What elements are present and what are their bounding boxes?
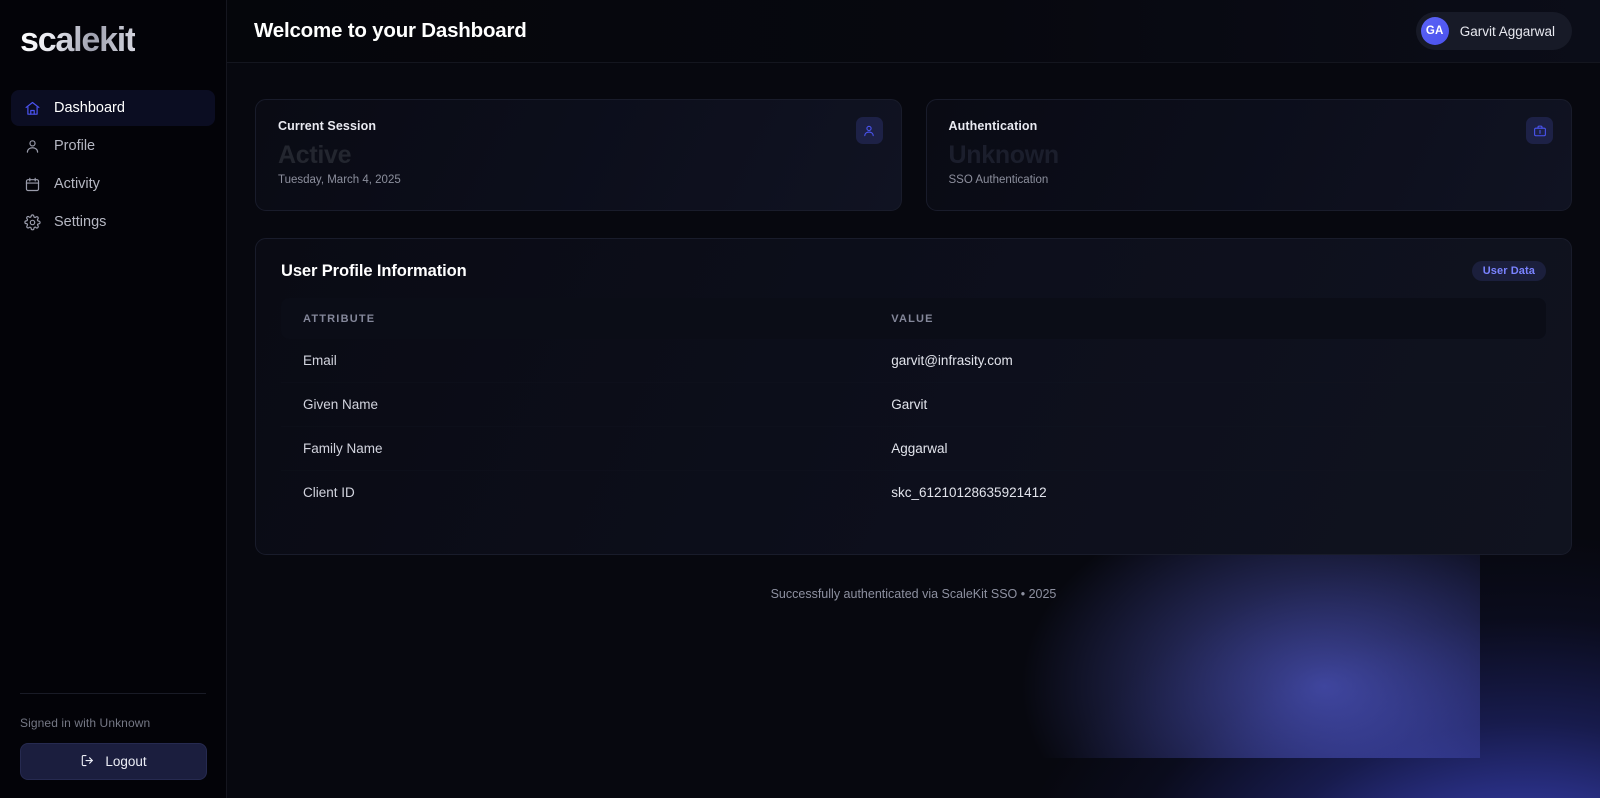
user-profile-card: User Profile Information User Data ATTRI…: [255, 238, 1572, 555]
sidebar-item-settings[interactable]: Settings: [11, 204, 215, 240]
footer-note: Successfully authenticated via ScaleKit …: [770, 587, 1057, 601]
content-area: Current Session Active Tuesday, March 4,…: [227, 63, 1600, 798]
profile-card-title: User Profile Information: [281, 261, 467, 280]
user-name: Garvit Aggarwal: [1459, 23, 1555, 39]
cell-value: garvit@infrasity.com: [869, 339, 1546, 383]
table-row: Email garvit@infrasity.com: [281, 339, 1546, 383]
sidebar-item-activity[interactable]: Activity: [11, 166, 215, 202]
table-row: Client ID skc_61210128635921412: [281, 471, 1546, 515]
dashboard-app: scalekit Dashboard Profile Activity Sett…: [0, 0, 1600, 798]
stat-value: Unknown: [948, 141, 1060, 169]
sidebar-item-label: Settings: [54, 214, 107, 230]
status-badge: User Data: [1471, 261, 1546, 281]
table-row: Given Name Garvit: [281, 382, 1546, 427]
user-menu[interactable]: GA Garvit Aggarwal: [1415, 12, 1572, 50]
logout-icon: [80, 753, 95, 771]
authentication-card: Authentication Unknown SSO Authenticatio…: [925, 99, 1572, 211]
sidebar-item-dashboard[interactable]: Dashboard: [11, 90, 215, 126]
brand-logo-text: scalekit: [20, 21, 136, 59]
table-header-row: ATTRIBUTE VALUE: [281, 298, 1546, 339]
briefcase-icon: [1526, 117, 1553, 144]
table-body: Email garvit@infrasity.com Given Name Ga…: [281, 339, 1546, 514]
cell-value: Aggarwal: [869, 426, 1546, 471]
logout-button[interactable]: Logout: [20, 743, 207, 780]
cell-attribute: Client ID: [303, 485, 355, 500]
sidebar-item-label: Dashboard: [54, 100, 125, 116]
stat-value: Active: [278, 141, 352, 169]
signed-in-text: Signed in with Unknown: [20, 716, 151, 730]
logout-label: Logout: [105, 754, 147, 769]
brand-logo[interactable]: scalekit: [0, 4, 226, 76]
table-row: Family Name Aggarwal: [281, 426, 1546, 471]
sidebar: scalekit Dashboard Profile Activity Sett…: [0, 0, 227, 798]
current-session-card: Current Session Active Tuesday, March 4,…: [255, 99, 902, 211]
column-header-value: VALUE: [869, 298, 1546, 339]
sidebar-nav: Dashboard Profile Activity Settings: [0, 76, 226, 240]
column-header-attribute: ATTRIBUTE: [281, 298, 870, 339]
profile-card-header: User Profile Information User Data: [281, 261, 1546, 281]
stat-label: Authentication: [948, 119, 1038, 133]
user-icon: [24, 138, 41, 155]
sidebar-footer: Signed in with Unknown Logout: [0, 693, 226, 798]
calendar-icon: [24, 176, 41, 193]
cell-attribute: Given Name: [281, 382, 870, 427]
table-head: ATTRIBUTE VALUE: [281, 298, 1546, 339]
cell-value: Garvit: [869, 382, 1546, 427]
stat-cards-row: Current Session Active Tuesday, March 4,…: [255, 99, 1572, 211]
stat-label: Current Session: [278, 119, 377, 133]
cell-attribute: Family Name: [281, 426, 870, 471]
stat-sub: SSO Authentication: [948, 174, 1049, 186]
user-icon: [855, 117, 883, 144]
cell-value: skc_61210128635921412: [891, 485, 1047, 500]
sidebar-item-label: Activity: [54, 176, 100, 192]
profile-table: ATTRIBUTE VALUE Email garvit@infrasity.c…: [281, 298, 1546, 514]
topbar: Welcome to your Dashboard GA Garvit Agga…: [227, 0, 1600, 63]
main-area: Welcome to your Dashboard GA Garvit Agga…: [227, 0, 1600, 798]
sidebar-divider: [20, 693, 206, 694]
stat-sub: Tuesday, March 4, 2025: [278, 174, 401, 186]
cell-attribute: Email: [281, 339, 870, 383]
sidebar-item-label: Profile: [54, 138, 96, 154]
sidebar-item-profile[interactable]: Profile: [11, 128, 215, 164]
page-title: Welcome to your Dashboard: [254, 19, 527, 42]
avatar: GA: [1420, 17, 1449, 45]
home-icon: [24, 100, 41, 117]
gear-icon: [24, 213, 41, 231]
